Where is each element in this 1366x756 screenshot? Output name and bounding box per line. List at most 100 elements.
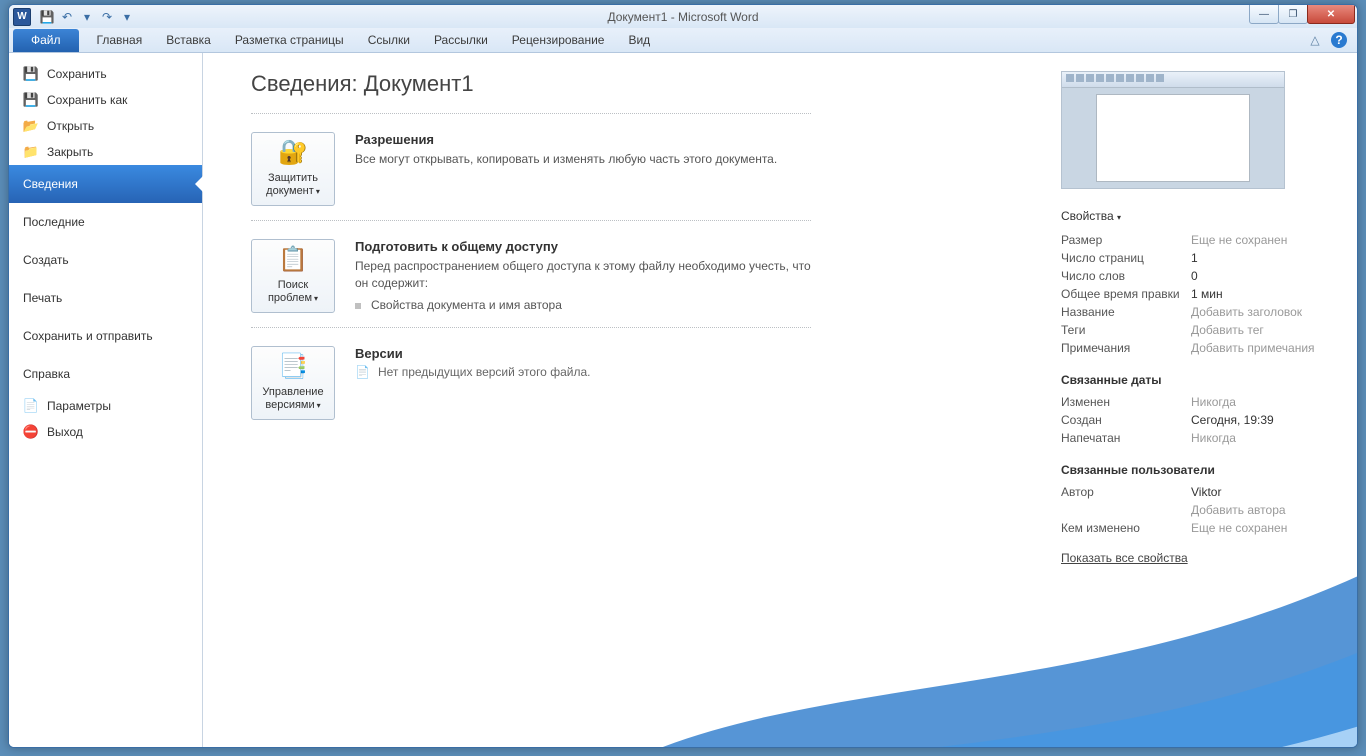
tab-review[interactable]: Рецензирование: [500, 29, 617, 52]
app-icon: W: [13, 8, 31, 26]
check-issues-button[interactable]: 📋 Поиск проблем▾: [251, 239, 335, 313]
sidebar-item-new[interactable]: Создать: [9, 241, 202, 279]
properties-dropdown[interactable]: Свойства ▾: [1061, 209, 1331, 223]
property-value[interactable]: Добавить примечания: [1191, 339, 1315, 357]
button-label: Управление версиями: [262, 386, 323, 411]
sidebar-item-close[interactable]: 📁 Закрыть: [9, 139, 202, 165]
sidebar-item-label: Справка: [23, 367, 70, 381]
quick-access-toolbar: 💾 ↶ ▾ ↷ ▾: [39, 9, 135, 25]
tab-file[interactable]: Файл: [13, 29, 79, 52]
page-title: Сведения: Документ1: [251, 71, 811, 97]
property-row: Число страниц1: [1061, 249, 1331, 267]
maximize-button[interactable]: ❐: [1278, 4, 1308, 24]
sidebar-item-help[interactable]: Справка: [9, 355, 202, 393]
section-versions: 📑 Управление версиями▾ Версии 📄 Нет пред…: [251, 346, 811, 420]
property-value[interactable]: Добавить автора: [1191, 501, 1286, 519]
tab-mailings[interactable]: Рассылки: [422, 29, 500, 52]
property-key: Общее время правки: [1061, 285, 1191, 303]
protect-document-button[interactable]: 🔐 Защитить документ▾: [251, 132, 335, 206]
sidebar-item-label: Сохранить и отправить: [23, 329, 153, 343]
property-value[interactable]: Еще не сохранен: [1191, 519, 1287, 537]
options-icon: 📄: [23, 398, 39, 414]
sidebar-item-print[interactable]: Печать: [9, 279, 202, 317]
button-label: Поиск проблем: [268, 279, 312, 304]
sidebar-item-save[interactable]: 💾 Сохранить: [9, 61, 202, 87]
document-preview[interactable]: [1061, 71, 1285, 189]
tab-view[interactable]: Вид: [616, 29, 662, 52]
property-key: Число страниц: [1061, 249, 1191, 267]
tab-insert[interactable]: Вставка: [154, 29, 223, 52]
open-icon: 📂: [23, 118, 39, 134]
backstage: 💾 Сохранить 💾 Сохранить как 📂 Открыть 📁 …: [9, 53, 1357, 747]
property-key: [1061, 501, 1191, 519]
sidebar-item-recent[interactable]: Последние: [9, 203, 202, 241]
property-row: НапечатанНикогда: [1061, 429, 1331, 447]
sidebar-item-options[interactable]: 📄 Параметры: [9, 393, 202, 419]
property-key: Число слов: [1061, 267, 1191, 285]
property-value[interactable]: Добавить заголовок: [1191, 303, 1302, 321]
property-key: Название: [1061, 303, 1191, 321]
property-key: Напечатан: [1061, 429, 1191, 447]
property-value[interactable]: Добавить тег: [1191, 321, 1264, 339]
tab-home[interactable]: Главная: [85, 29, 155, 52]
property-value: 1 мин: [1191, 285, 1223, 303]
sidebar-item-exit[interactable]: ⛔ Выход: [9, 419, 202, 445]
property-row: СозданСегодня, 19:39: [1061, 411, 1331, 429]
qat-undo-icon[interactable]: ↶: [59, 9, 75, 25]
property-key: Создан: [1061, 411, 1191, 429]
chevron-down-icon: ▾: [317, 401, 321, 411]
property-key: Автор: [1061, 483, 1191, 501]
property-value: 1: [1191, 249, 1198, 267]
qat-redo-icon[interactable]: ↷: [99, 9, 115, 25]
section-text: Перед распространением общего доступа к …: [355, 258, 811, 292]
sidebar-item-open[interactable]: 📂 Открыть: [9, 113, 202, 139]
main-panel: Сведения: Документ1 🔐 Защитить документ▾…: [203, 53, 1357, 747]
section-title: Версии: [355, 346, 811, 361]
property-key: Примечания: [1061, 339, 1191, 357]
window-title: Документ1 - Microsoft Word: [607, 10, 758, 24]
separator: [251, 327, 811, 328]
close-doc-icon: 📁: [23, 144, 39, 160]
separator: [251, 220, 811, 221]
manage-versions-button[interactable]: 📑 Управление версиями▾: [251, 346, 335, 420]
version-text: Нет предыдущих версий этого файла.: [378, 365, 591, 379]
property-row: НазваниеДобавить заголовок: [1061, 303, 1331, 321]
section-permissions: 🔐 Защитить документ▾ Разрешения Все могу…: [251, 132, 811, 206]
property-value[interactable]: Еще не сохранен: [1191, 231, 1287, 249]
close-button[interactable]: ✕: [1307, 4, 1355, 24]
window-controls: — ❐ ✕: [1250, 4, 1355, 24]
show-all-properties-link[interactable]: Показать все свойства: [1061, 551, 1188, 565]
separator: [251, 113, 811, 114]
sidebar-item-label: Сведения: [23, 177, 78, 191]
lock-icon: 🔐: [278, 139, 308, 168]
help-icon[interactable]: ?: [1331, 32, 1347, 48]
sidebar-item-label: Закрыть: [47, 145, 93, 159]
section-text: Все могут открывать, копировать и изменя…: [355, 151, 811, 168]
related-dates-title: Связанные даты: [1061, 373, 1331, 387]
related-people-title: Связанные пользователи: [1061, 463, 1331, 477]
qat-save-icon[interactable]: 💾: [39, 9, 55, 25]
tab-layout[interactable]: Разметка страницы: [223, 29, 356, 52]
sidebar-item-info[interactable]: Сведения: [9, 165, 202, 203]
tab-references[interactable]: Ссылки: [356, 29, 422, 52]
sidebar-item-share[interactable]: Сохранить и отправить: [9, 317, 202, 355]
qat-undo-dd-icon[interactable]: ▾: [79, 9, 95, 25]
property-row: ИзмененНикогда: [1061, 393, 1331, 411]
property-key: Теги: [1061, 321, 1191, 339]
property-row: РазмерЕще не сохранен: [1061, 231, 1331, 249]
qat-customize-icon[interactable]: ▾: [119, 9, 135, 25]
section-prepare-share: 📋 Поиск проблем▾ Подготовить к общему до…: [251, 239, 811, 313]
minimize-button[interactable]: —: [1249, 4, 1279, 24]
properties-label: Свойства: [1061, 209, 1114, 223]
property-key: Кем изменено: [1061, 519, 1191, 537]
sidebar-item-saveas[interactable]: 💾 Сохранить как: [9, 87, 202, 113]
ribbon-collapse-icon[interactable]: △: [1307, 32, 1323, 48]
save-icon: 💾: [23, 66, 39, 82]
properties-panel: Свойства ▾ РазмерЕще не сохраненЧисло ст…: [1061, 71, 1341, 747]
chevron-down-icon: ▾: [316, 187, 320, 197]
property-value[interactable]: Никогда: [1191, 429, 1236, 447]
section-title: Разрешения: [355, 132, 811, 147]
property-row: ТегиДобавить тег: [1061, 321, 1331, 339]
chevron-down-icon: ▾: [314, 294, 318, 304]
property-value[interactable]: Никогда: [1191, 393, 1236, 411]
